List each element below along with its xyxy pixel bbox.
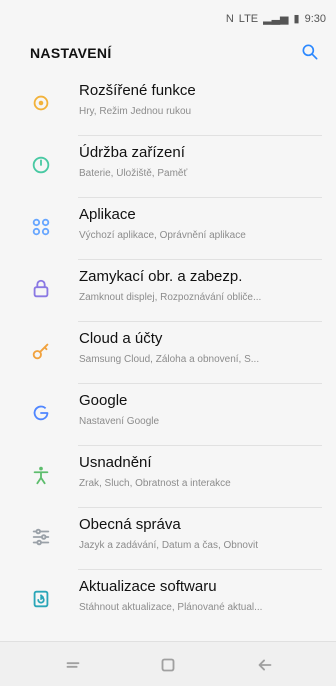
battery-icon: ▮ <box>293 13 300 25</box>
network-type: LTE <box>238 12 259 25</box>
settings-list: Rozšířené funkce Hry, Režim Jednou rukou… <box>0 74 336 632</box>
status-bar: N LTE ▂▃▅ ▮ 9:30 <box>0 0 336 40</box>
item-subtitle: Výchozí aplikace, Oprávnění aplikace <box>79 230 246 241</box>
item-label: Usnadnění <box>79 454 152 471</box>
settings-item-accessibility[interactable]: Usnadnění Zrak, Sluch, Obratnost a inter… <box>0 446 336 508</box>
search-icon[interactable] <box>300 42 320 62</box>
page-title: NASTAVENÍ <box>30 45 112 61</box>
item-label: Údržba zařízení <box>79 144 185 161</box>
settings-item-software-update[interactable]: Aktualizace softwaru Stáhnout aktualizac… <box>0 570 336 632</box>
device-maintenance-icon <box>32 156 50 174</box>
settings-item-apps[interactable]: Aplikace Výchozí aplikace, Oprávnění apl… <box>0 198 336 260</box>
apps-icon <box>32 218 50 236</box>
clock: 9:30 <box>304 12 326 25</box>
item-subtitle: Zrak, Sluch, Obratnost a interakce <box>79 478 231 489</box>
back-icon[interactable] <box>254 654 276 676</box>
settings-item-lock-security[interactable]: Zamykací obr. a zabezp. Zamknout displej… <box>0 260 336 322</box>
key-icon <box>32 343 49 360</box>
item-label: Rozšířené funkce <box>79 82 196 99</box>
item-subtitle: Nastavení Google <box>79 416 160 427</box>
item-subtitle: Zamknout displej, Rozpoznávání obliče... <box>79 292 262 303</box>
item-subtitle: Stáhnout aktualizace, Plánované aktual..… <box>79 602 263 613</box>
item-label: Obecná správa <box>79 516 181 533</box>
puzzle-gear-icon <box>33 95 49 111</box>
item-subtitle: Baterie, Úložiště, Paměť <box>79 168 188 179</box>
status-icons: N LTE ▂▃▅ ▮ 9:30 <box>225 12 326 26</box>
sliders-icon <box>32 528 50 546</box>
item-subtitle: Jazyk a zadávání, Datum a čas, Obnovit <box>79 540 258 551</box>
item-label: Aplikace <box>79 206 136 223</box>
accessibility-icon <box>33 466 49 485</box>
item-subtitle: Samsung Cloud, Záloha a obnovení, S... <box>79 354 260 365</box>
settings-item-cloud-accounts[interactable]: Cloud a účty Samsung Cloud, Záloha a obn… <box>0 322 336 384</box>
home-icon[interactable] <box>157 654 179 676</box>
settings-item-device-maintenance[interactable]: Údržba zařízení Baterie, Úložiště, Paměť <box>0 136 336 198</box>
item-label: Cloud a účty <box>79 330 163 347</box>
settings-item-google[interactable]: Google Nastavení Google <box>0 384 336 446</box>
google-icon <box>33 405 49 421</box>
header: NASTAVENÍ <box>0 40 336 74</box>
nfc-icon: N <box>225 12 234 25</box>
item-subtitle: Hry, Režim Jednou rukou <box>79 106 192 117</box>
settings-item-general-management[interactable]: Obecná správa Jazyk a zadávání, Datum a … <box>0 508 336 570</box>
item-label: Zamykací obr. a zabezp. <box>79 268 243 285</box>
item-label: Aktualizace softwaru <box>79 578 217 595</box>
settings-item-advanced-features[interactable]: Rozšířené funkce Hry, Režim Jednou rukou <box>0 74 336 136</box>
lock-icon <box>33 279 49 298</box>
signal-icon: ▂▃▅ <box>263 13 289 25</box>
item-label: Google <box>79 392 128 409</box>
software-update-icon <box>33 590 49 608</box>
navigation-bar <box>0 641 336 686</box>
recent-apps-icon[interactable] <box>62 654 84 676</box>
